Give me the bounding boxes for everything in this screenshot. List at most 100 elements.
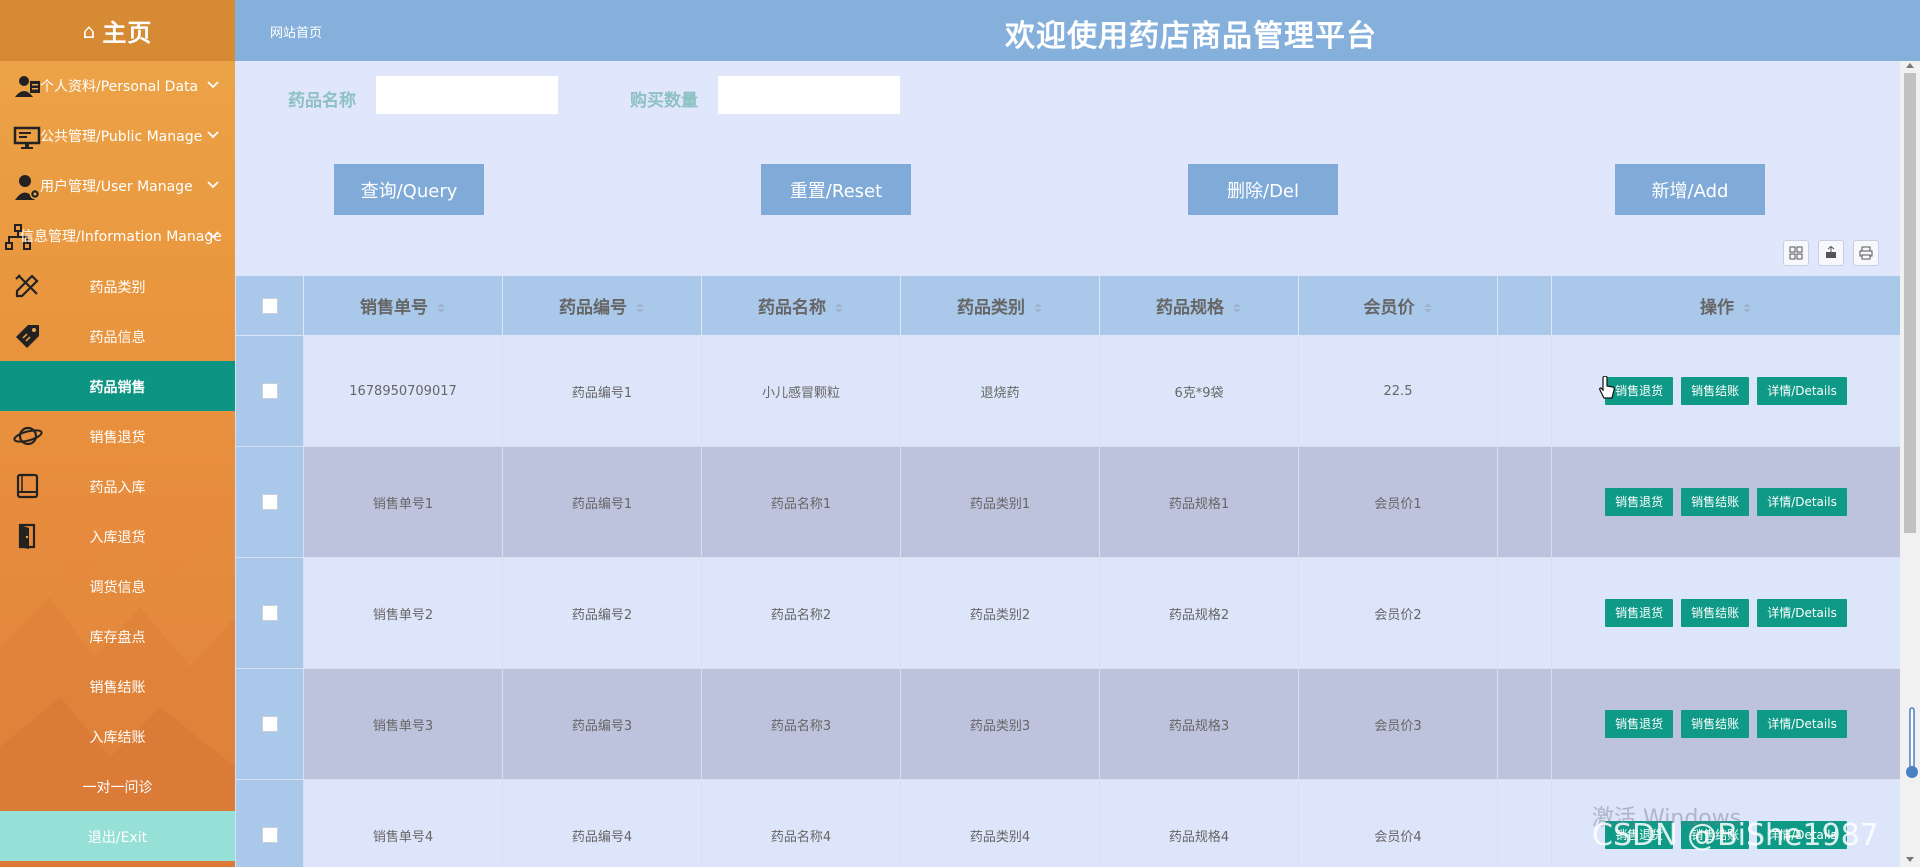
page-title: 欢迎使用药店商品管理平台 [1005,19,1377,54]
print-icon[interactable] [1853,240,1879,266]
delete-button[interactable]: 删除/Del [1188,164,1338,215]
sidebar-item-sales-settlement[interactable]: 销售结账 [0,661,235,711]
table-cell-blank [1497,557,1552,669]
user-gear-icon [15,175,41,200]
table-row: 销售单号2 药品编号2 药品名称2 药品类别2 药品规格2 会员价2 销售退货 销售结账 详情/… [235,557,1901,669]
table-cell: 药品名称4 [701,779,901,867]
table-cell: 药品名称2 [701,557,901,669]
column-header[interactable]: 药品编号 [502,275,702,336]
row-select-cell [235,446,304,558]
details-button[interactable]: 详情/Details [1757,710,1847,738]
sidebar-item-inventory-check[interactable]: 库存盘点 [0,611,235,661]
row-select-cell [235,779,304,867]
scroll-down-arrow-icon[interactable] [1906,857,1914,862]
sales-return-button[interactable]: 销售退货 [1605,488,1674,516]
sidebar-item-stock-return[interactable]: 入库退货 [0,511,235,561]
row-checkbox[interactable] [261,716,278,732]
group-label: 个人资料/Personal Data [40,79,199,95]
table-cell: 药品类别4 [900,779,1100,867]
sales-settle-button[interactable]: 销售结账 [1681,488,1750,516]
reset-button[interactable]: 重置/Reset [761,164,911,215]
export-icon[interactable] [1818,240,1844,266]
details-button[interactable]: 详情/Details [1757,599,1847,627]
sort-icon [1034,303,1042,313]
sales-return-button[interactable]: 销售退货 [1605,599,1674,627]
sales-table: 销售单号 药品编号 药品名称 药品类别 药品规格 会员价 操作 16789507… [235,275,1901,867]
sidebar-item-drug-info[interactable]: 药品信息 [0,311,235,361]
details-button[interactable]: 详情/Details [1757,488,1847,516]
sidebar-group-information-manage[interactable]: 信息管理/Information Manage [0,211,235,261]
select-all-cell [235,275,304,336]
drug-name-input[interactable] [376,76,558,114]
scroll-up-arrow-icon[interactable] [1906,63,1914,68]
sidebar-item-drug-sales[interactable]: 药品销售 [0,361,235,411]
row-checkbox[interactable] [261,827,278,843]
sidebar-item-stock-settlement[interactable]: 入库结账 [0,711,235,761]
table-cell: 药品名称3 [701,668,901,780]
column-header[interactable]: 药品类别 [900,275,1100,336]
sidebar-item-drug-stock-in[interactable]: 药品入库 [0,461,235,511]
table-cell: 会员价1 [1298,446,1498,558]
sales-return-button[interactable]: 销售退货 [1605,710,1674,738]
chevron-down-icon [207,231,219,239]
sidebar-item-drug-category[interactable]: 药品类别 [0,261,235,311]
table-cell: 销售单号1 [303,446,503,558]
sidebar-item-label: 退出/Exit [87,830,148,846]
table-zone: 销售单号 药品编号 药品名称 药品类别 药品规格 会员价 操作 16789507… [235,224,1901,867]
sales-settle-button[interactable]: 销售结账 [1681,599,1750,627]
table-cell: 销售单号3 [303,668,503,780]
home-label: 主页 [102,19,153,47]
mouse-cursor-icon [1599,376,1615,399]
row-checkbox[interactable] [261,605,278,621]
table-cell: 药品规格2 [1099,557,1299,669]
table-cell: 22.5 [1298,335,1498,447]
table-cell: 退烧药 [900,335,1100,447]
search-panel: 药品名称 购买数量 查询/Query 重置/Reset 删除/Del 新增/Ad… [235,61,1900,224]
purchase-quantity-input[interactable] [718,76,900,114]
row-actions-cell: 销售退货 销售结账 详情/Details [1551,557,1901,669]
sort-icon [1423,303,1432,313]
column-header[interactable]: 药品名称 [701,275,901,336]
sort-icon [835,303,843,313]
sidebar-item-exit[interactable]: 退出/Exit [0,811,235,861]
table-header-row: 销售单号 药品编号 药品名称 药品类别 药品规格 会员价 操作 [235,275,1901,336]
table-cell: 会员价2 [1298,557,1498,669]
table-cell: 药品类别2 [900,557,1100,669]
table-cell: 药品编号1 [502,446,702,558]
row-checkbox[interactable] [261,494,278,510]
sales-settle-button[interactable]: 销售结账 [1681,377,1750,405]
table-cell: 药品名称1 [701,446,901,558]
table-row: 销售单号1 药品编号1 药品名称1 药品类别1 药品规格1 会员价1 销售退货 销售结账 详情/… [235,446,1901,558]
sidebar-group-public-manage[interactable]: 公共管理/Public Manage [0,111,235,161]
column-header[interactable]: 操作 [1551,275,1901,336]
scrollbar-thumb[interactable] [1904,73,1916,533]
details-button[interactable]: 详情/Details [1757,377,1847,405]
group-label: 公共管理/Public Manage [40,129,203,145]
sidebar-group-personal-data[interactable]: 个人资料/Personal Data [0,61,235,111]
top-header: 网站首页 欢迎使用药店商品管理平台 [235,0,1920,61]
table-cell: 药品编号3 [502,668,702,780]
select-all-checkbox[interactable] [261,297,278,314]
sales-settle-button[interactable]: 销售结账 [1681,710,1750,738]
home-link[interactable]: ⌂ 主页 [0,0,235,61]
sidebar-group-user-manage[interactable]: 用户管理/User Manage [0,161,235,211]
sidebar-item-label: 销售退货 [89,430,146,446]
grid-toggle-icon[interactable] [1783,240,1809,266]
sidebar-item-label: 药品入库 [89,480,146,496]
table-cell-blank [1497,335,1552,447]
table-cell: 6克*9袋 [1099,335,1299,447]
home-icon: ⌂ [82,18,97,43]
sidebar-item-transfer-info[interactable]: 调货信息 [0,561,235,611]
query-button[interactable]: 查询/Query [334,164,484,215]
row-checkbox[interactable] [261,383,278,399]
table-cell: 药品类别3 [900,668,1100,780]
table-cell: 药品编号1 [502,335,702,447]
sidebar-item-sales-return[interactable]: 销售退货 [0,411,235,461]
add-button[interactable]: 新增/Add [1615,164,1765,215]
sort-icon [1743,303,1751,313]
column-header[interactable]: 会员价 [1298,275,1498,336]
column-header[interactable]: 销售单号 [303,275,503,336]
sidebar-item-consultation[interactable]: 一对一问诊 [0,761,235,811]
breadcrumb-home-link[interactable]: 网站首页 [270,22,322,41]
column-header[interactable]: 药品规格 [1099,275,1299,336]
